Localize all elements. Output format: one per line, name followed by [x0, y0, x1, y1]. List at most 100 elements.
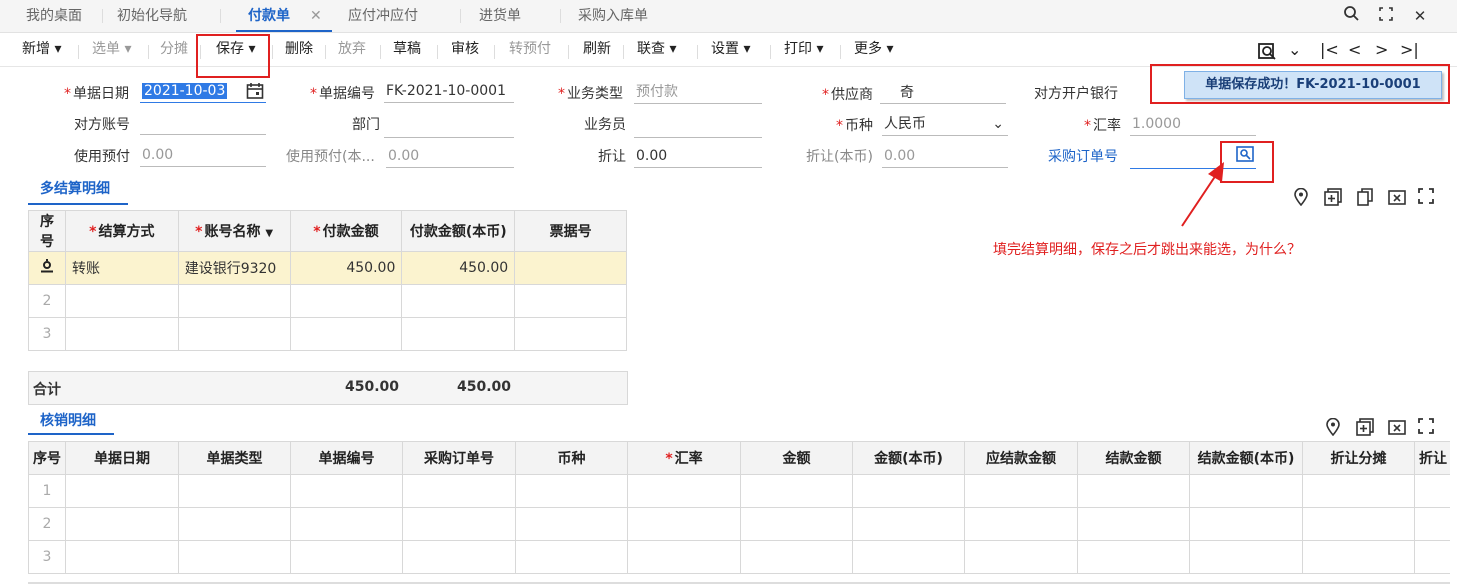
table-cell[interactable]	[740, 540, 853, 574]
table-cell[interactable]	[515, 540, 628, 574]
col-header-discount[interactable]: 折让	[1414, 441, 1450, 475]
col-header-account[interactable]: * 账号名称 ▼	[177, 210, 291, 252]
delete-row-icon[interactable]	[1388, 418, 1406, 440]
table-cell[interactable]	[65, 540, 179, 574]
restore-icon[interactable]	[1373, 3, 1399, 29]
table-cell[interactable]	[1302, 507, 1415, 541]
cell-method[interactable]	[64, 284, 179, 318]
currency-select[interactable]: 人民币 ⌄	[882, 113, 1008, 136]
bill-no-field[interactable]: FK-2021-10-0001	[384, 80, 514, 103]
next-record-icon[interactable]: >	[1375, 33, 1388, 66]
horizontal-scrollbar[interactable]	[28, 582, 1450, 584]
split-button[interactable]: 分摊	[160, 33, 188, 66]
fullscreen-icon[interactable]	[1418, 418, 1434, 438]
tab-payable-offset[interactable]: 应付冲应付	[348, 0, 418, 32]
table-row[interactable]: 2	[28, 284, 627, 318]
dept-field[interactable]	[384, 115, 514, 138]
delete-button[interactable]: 删除	[285, 33, 313, 66]
col-header-po-no[interactable]: 采购订单号	[402, 441, 516, 475]
table-cell[interactable]	[402, 507, 516, 541]
chevron-down-icon[interactable]: ⌄	[1288, 33, 1301, 66]
table-cell[interactable]	[852, 507, 965, 541]
table-cell[interactable]	[65, 474, 179, 508]
search-icon[interactable]	[1338, 3, 1364, 29]
prev-record-icon[interactable]: <	[1348, 33, 1361, 66]
discount-local-field[interactable]: 0.00	[882, 145, 1008, 168]
locate-icon[interactable]	[1326, 417, 1340, 440]
discard-button[interactable]: 放弃	[338, 33, 366, 66]
col-header-amount-local[interactable]: 金额(本币)	[852, 441, 965, 475]
col-header-method[interactable]: * 结算方式	[64, 210, 179, 252]
table-cell[interactable]	[1189, 474, 1303, 508]
rate-field[interactable]: 1.0000	[1130, 113, 1256, 136]
cell-amount[interactable]	[289, 317, 403, 351]
table-cell[interactable]	[627, 507, 741, 541]
table-cell[interactable]	[627, 540, 741, 574]
select-button[interactable]: 选单 ▾	[92, 33, 131, 66]
col-header-discount-split[interactable]: 折让分摊	[1302, 441, 1415, 475]
col-header-amount[interactable]: 金额	[740, 441, 853, 475]
table-cell[interactable]	[1189, 540, 1303, 574]
table-cell[interactable]	[402, 540, 516, 574]
tab-purchase-order[interactable]: 进货单	[479, 0, 521, 32]
col-header-date[interactable]: 单据日期	[65, 441, 179, 475]
clerk-field[interactable]	[634, 115, 762, 138]
table-cell[interactable]	[178, 540, 291, 574]
prepay-local-field[interactable]: 0.00	[386, 145, 514, 168]
add-row-icon[interactable]	[1324, 188, 1342, 210]
table-cell[interactable]	[290, 474, 403, 508]
cell-amount-local[interactable]	[401, 284, 516, 318]
settle-section-title[interactable]: 多结算明细	[40, 178, 110, 198]
table-cell[interactable]	[964, 474, 1078, 508]
table-cell[interactable]	[1302, 540, 1415, 574]
draft-button[interactable]: 草稿	[393, 33, 421, 66]
table-cell[interactable]	[1414, 540, 1450, 574]
audit-button[interactable]: 审核	[451, 33, 479, 66]
discount-field[interactable]: 0.00	[634, 145, 762, 168]
last-record-icon[interactable]: >|	[1400, 33, 1419, 66]
table-cell[interactable]	[1302, 474, 1415, 508]
table-cell[interactable]	[1077, 540, 1190, 574]
col-header-due-amount[interactable]: 应结款金额	[964, 441, 1078, 475]
tab-stock-in[interactable]: 采购入库单	[578, 0, 648, 32]
add-row-icon[interactable]	[1356, 418, 1374, 440]
sort-down-icon[interactable]: ▼	[265, 228, 273, 239]
cell-account[interactable]	[177, 317, 291, 351]
table-cell[interactable]	[65, 507, 179, 541]
col-header-currency[interactable]: 币种	[515, 441, 628, 475]
account-field[interactable]	[140, 112, 266, 135]
preview-icon[interactable]	[1258, 33, 1278, 66]
settings-button[interactable]: 设置 ▾	[711, 33, 750, 66]
cell-amount[interactable]	[289, 284, 403, 318]
col-header-bill[interactable]: 票据号	[514, 210, 627, 252]
table-cell[interactable]	[402, 474, 516, 508]
cell-bill[interactable]	[514, 317, 627, 351]
col-header-type[interactable]: 单据类型	[178, 441, 291, 475]
table-row[interactable]: 2	[28, 507, 1450, 541]
cell-account[interactable]: 建设银行9320	[177, 251, 291, 285]
table-cell[interactable]	[740, 474, 853, 508]
writeoff-section-title[interactable]: 核销明细	[40, 410, 96, 430]
calendar-icon[interactable]	[246, 82, 264, 104]
bank-field[interactable]	[1130, 80, 1152, 102]
table-cell[interactable]	[1414, 474, 1450, 508]
lookup-search-icon[interactable]	[1236, 146, 1254, 166]
cell-account[interactable]	[177, 284, 291, 318]
col-header-settled-local[interactable]: 结款金额(本币)	[1189, 441, 1303, 475]
cell-amount[interactable]: 450.00	[289, 251, 403, 285]
to-prepay-button[interactable]: 转预付	[509, 33, 551, 66]
table-row[interactable]: 3	[28, 540, 1450, 574]
refresh-button[interactable]: 刷新	[583, 33, 611, 66]
prepay-field[interactable]: 0.00	[140, 144, 266, 167]
table-cell[interactable]	[964, 507, 1078, 541]
table-cell[interactable]	[178, 507, 291, 541]
first-record-icon[interactable]: |<	[1320, 33, 1339, 66]
more-button[interactable]: 更多 ▾	[854, 33, 893, 66]
close-window-button[interactable]: ✕	[1407, 3, 1433, 29]
tab-close-button[interactable]: ✕	[310, 0, 322, 32]
tab-init-guide[interactable]: 初始化导航	[117, 0, 187, 32]
table-cell[interactable]	[627, 474, 741, 508]
col-header-bill-no[interactable]: 单据编号	[290, 441, 403, 475]
table-cell[interactable]	[1414, 507, 1450, 541]
table-cell[interactable]	[964, 540, 1078, 574]
